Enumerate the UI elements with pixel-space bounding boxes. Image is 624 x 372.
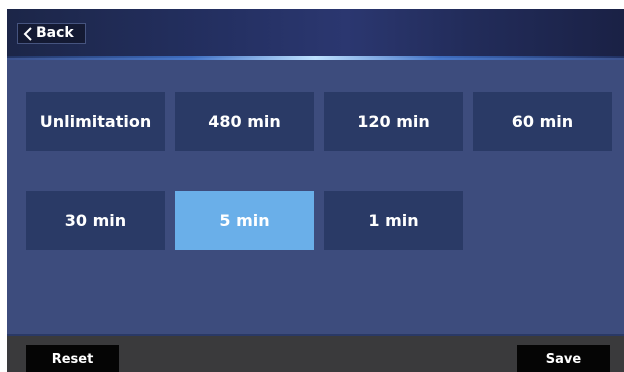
option-30-min[interactable]: 30 min bbox=[26, 191, 165, 250]
settings-screen: Back Unlimitation 480 min 120 min 60 min… bbox=[7, 9, 624, 372]
header-divider bbox=[7, 56, 624, 60]
save-button[interactable]: Save bbox=[517, 345, 610, 372]
back-label: Back bbox=[36, 25, 74, 41]
option-1-min[interactable]: 1 min bbox=[324, 191, 463, 250]
header-bar: Back bbox=[7, 9, 624, 58]
option-unlimitation[interactable]: Unlimitation bbox=[26, 92, 165, 151]
chevron-left-icon bbox=[23, 26, 32, 41]
back-button[interactable]: Back bbox=[17, 23, 86, 44]
reset-button[interactable]: Reset bbox=[26, 345, 119, 372]
footer-bar: Reset Save bbox=[7, 334, 624, 372]
option-5-min[interactable]: 5 min bbox=[175, 191, 314, 250]
option-120-min[interactable]: 120 min bbox=[324, 92, 463, 151]
option-480-min[interactable]: 480 min bbox=[175, 92, 314, 151]
option-60-min[interactable]: 60 min bbox=[473, 92, 612, 151]
